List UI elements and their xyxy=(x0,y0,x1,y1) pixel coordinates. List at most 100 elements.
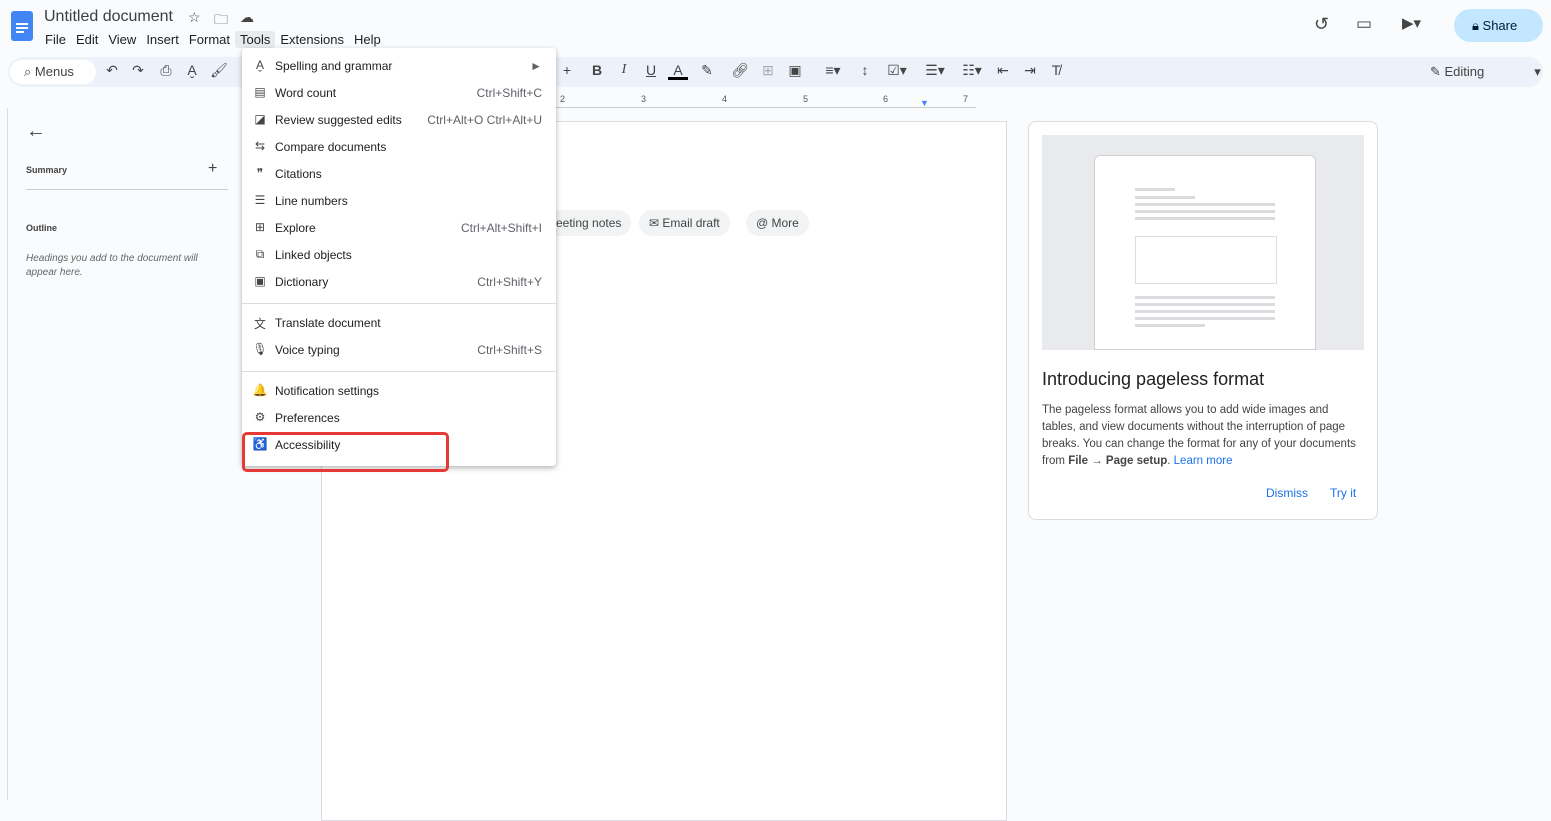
microphone-icon: 🎙 xyxy=(252,342,268,356)
divider xyxy=(26,189,228,190)
menu-view[interactable]: View xyxy=(103,31,141,48)
menu-item-shortcut: ► xyxy=(530,59,542,73)
menu-item-explore[interactable]: ⊞ Explore Ctrl+Alt+Shift+I xyxy=(242,215,556,242)
outline-hint: Headings you add to the document will ap… xyxy=(26,253,198,278)
menu-item-preferences[interactable]: ⚙ Preferences xyxy=(242,405,556,432)
spellcheck-icon[interactable]: A̬ xyxy=(182,62,202,78)
menu-extensions[interactable]: Extensions xyxy=(275,31,349,48)
menu-insert[interactable]: Insert xyxy=(141,31,184,48)
checklist-icon[interactable]: ☑▾ xyxy=(882,62,912,79)
highlight-icon[interactable]: ✎ xyxy=(697,62,717,79)
citations-icon: ❞ xyxy=(256,166,264,180)
plus-icon[interactable]: + xyxy=(557,62,577,78)
try-it-button[interactable]: Try it xyxy=(1330,486,1356,500)
menu-bar: File Edit View Insert Format Tools Exten… xyxy=(40,31,386,48)
move-folder-icon[interactable]: 🗀 xyxy=(214,9,228,33)
chevron-down-icon: ▾ xyxy=(1534,64,1541,79)
menu-item-dictionary[interactable]: ▣ Dictionary Ctrl+Shift+Y xyxy=(242,269,556,296)
pencil-icon: ✎ xyxy=(1430,64,1445,79)
compare-icon: ⇆ xyxy=(254,139,266,153)
increase-indent-icon[interactable]: ⇥ xyxy=(1020,62,1040,79)
chip-label: Email draft xyxy=(662,216,720,230)
editing-mode-dropdown[interactable]: ✎ Editing ▾ xyxy=(1430,64,1541,80)
menu-item-compare-documents[interactable]: ⇆ Compare documents xyxy=(242,134,556,161)
menu-item-word-count[interactable]: ▤ Word count Ctrl+Shift+C xyxy=(242,80,556,107)
menu-item-line-numbers[interactable]: ☰ Line numbers xyxy=(242,188,556,215)
search-menus-input[interactable]: ⌕ Menus xyxy=(10,60,96,84)
italic-icon[interactable]: I xyxy=(614,62,634,78)
menu-edit[interactable]: Edit xyxy=(71,31,103,48)
menu-item-review-suggested-edits[interactable]: ◪ Review suggested edits Ctrl+Alt+O Ctrl+A… xyxy=(242,107,556,134)
ruler-label: 4 xyxy=(722,94,728,104)
explore-icon: ⊞ xyxy=(254,220,266,234)
summary-heading: Summary xyxy=(26,165,68,175)
menu-item-translate-document[interactable]: 文 Translate document xyxy=(242,310,556,337)
menu-item-label: Review suggested edits xyxy=(275,113,402,127)
menu-format[interactable]: Format xyxy=(184,31,235,48)
star-icon[interactable]: ☆ xyxy=(188,9,201,26)
redo-icon[interactable]: ↷ xyxy=(128,62,148,79)
menu-item-label: Dictionary xyxy=(275,275,329,289)
decrease-indent-icon[interactable]: ⇤ xyxy=(993,62,1013,79)
menu-item-voice-typing[interactable]: 🎙 Voice typing Ctrl+Shift+S xyxy=(242,337,556,364)
line-numbers-icon: ☰ xyxy=(254,193,266,207)
menu-item-label: Word count xyxy=(275,86,337,100)
indent-marker-icon[interactable]: ▼ xyxy=(920,98,929,108)
align-icon[interactable]: ≡▾ xyxy=(818,62,848,79)
chip-meeting-notes[interactable]: eeting notes xyxy=(546,210,632,236)
dictionary-icon: ▣ xyxy=(254,274,266,288)
text-color-icon[interactable]: A xyxy=(668,62,688,80)
menu-item-spelling-and-grammar[interactable]: A̬ Spelling and grammar ► xyxy=(242,53,556,80)
ruler-label: 5 xyxy=(803,94,809,104)
clear-formatting-icon[interactable]: T̸ xyxy=(1046,62,1066,78)
add-summary-icon[interactable]: + xyxy=(208,160,217,178)
paint-format-icon[interactable]: 🖌︎ xyxy=(209,62,229,79)
menu-item-notification-settings[interactable]: 🔔 Notification settings xyxy=(242,378,556,405)
undo-icon[interactable]: ↶ xyxy=(102,62,122,79)
promo-body: The pageless format allows you to add wi… xyxy=(1042,402,1364,470)
menu-item-shortcut: Ctrl+Shift+C xyxy=(476,86,542,100)
ruler[interactable] xyxy=(556,92,976,108)
menu-tools[interactable]: Tools xyxy=(235,31,276,48)
email-icon: ✉ xyxy=(649,216,663,230)
search-icon: ⌕ xyxy=(24,64,35,79)
chip-email-draft[interactable]: ✉ Email draft xyxy=(639,210,730,236)
translate-icon: 文 xyxy=(253,317,266,331)
promo-title: Introducing pageless format xyxy=(1042,369,1265,389)
cloud-status-icon[interactable]: ☁ xyxy=(240,9,254,26)
menu-help[interactable]: Help xyxy=(349,31,386,48)
tools-menu: A̬ Spelling and grammar ► ▤ Word count Ctrl+S… xyxy=(242,48,556,466)
history-icon[interactable]: ↺ xyxy=(1314,14,1329,35)
bullet-list-icon[interactable]: ☰▾ xyxy=(920,62,950,79)
menu-item-citations[interactable]: ❞ Citations xyxy=(242,161,556,188)
ruler-label: 7 xyxy=(963,94,969,104)
line-spacing-icon[interactable]: ↕ xyxy=(855,62,875,78)
add-comment-icon[interactable]: ⊞ xyxy=(758,62,778,79)
review-edits-icon: ◪ xyxy=(254,112,266,126)
print-icon[interactable]: ⎙ xyxy=(156,62,176,79)
menu-item-label: Compare documents xyxy=(275,140,387,154)
link-icon[interactable]: 🔗︎ xyxy=(730,62,750,79)
linked-objects-icon: ⧉ xyxy=(255,247,265,261)
menu-item-label: Explore xyxy=(275,221,316,235)
promo-illustration-page xyxy=(1094,155,1316,350)
underline-icon[interactable]: U xyxy=(641,62,661,78)
meet-icon[interactable]: ▶▾ xyxy=(1402,14,1421,32)
back-arrow-icon[interactable]: ← xyxy=(26,120,46,143)
comment-icon[interactable]: ▭ xyxy=(1356,14,1372,34)
share-button[interactable]: 🔒︎ Share xyxy=(1454,9,1543,42)
preferences-icon: ⚙ xyxy=(254,410,266,424)
menu-item-shortcut: Ctrl+Shift+S xyxy=(477,343,542,357)
docs-logo-icon[interactable] xyxy=(11,11,33,41)
learn-more-link[interactable]: Learn more xyxy=(1174,455,1233,467)
menu-file[interactable]: File xyxy=(40,31,71,48)
bell-icon: 🔔 xyxy=(252,383,268,397)
bold-icon[interactable]: B xyxy=(587,62,607,78)
insert-image-icon[interactable]: ▣ xyxy=(785,62,805,79)
menu-item-linked-objects[interactable]: ⧉ Linked objects xyxy=(242,242,556,269)
dismiss-button[interactable]: Dismiss xyxy=(1266,486,1308,500)
chip-more[interactable]: @ More xyxy=(746,210,809,236)
document-title[interactable]: Untitled document xyxy=(44,8,173,26)
numbered-list-icon[interactable]: ☷▾ xyxy=(957,62,987,79)
ruler-label: 3 xyxy=(641,94,647,104)
